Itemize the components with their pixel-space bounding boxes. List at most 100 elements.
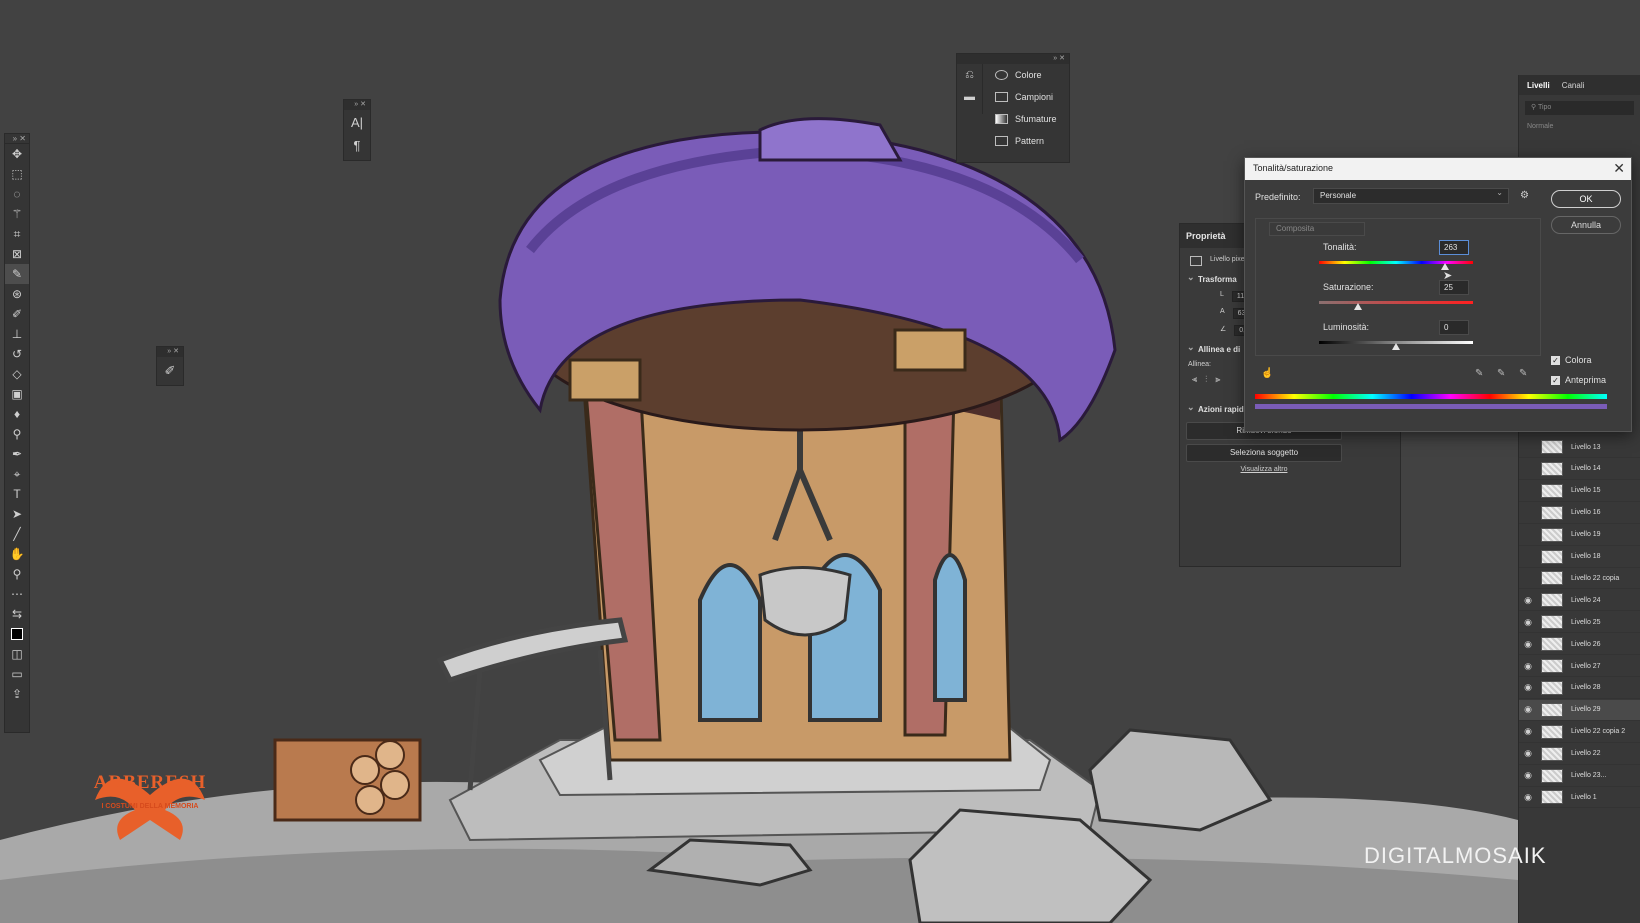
checkbox-colorize-box: ✓ (1551, 355, 1560, 365)
cancel-button[interactable]: Annulla (1551, 216, 1621, 234)
layer-row[interactable]: Livello 15 (1519, 481, 1640, 502)
ok-button[interactable]: OK (1551, 190, 1621, 208)
quick-mask-icon[interactable]: ◫ (5, 644, 29, 664)
layer-row[interactable]: Livello 13 (1519, 437, 1640, 458)
layer-row[interactable]: ◉ Livello 22 copia 2 (1519, 722, 1640, 743)
gear-icon[interactable]: ⚙ (1520, 190, 1529, 201)
panel-item-pattern[interactable]: Pattern (957, 130, 1069, 152)
layer-row[interactable]: ◉ Livello 24 (1519, 590, 1640, 612)
marquee-icon[interactable]: ⬚ (5, 164, 29, 184)
eyedropper-icon[interactable]: ✎ (5, 264, 29, 284)
blur-icon[interactable]: ♦ (5, 404, 29, 424)
layer-search-input[interactable]: ⚲ Tipo (1525, 101, 1634, 115)
hue-slider-track[interactable] (1319, 261, 1473, 264)
layer-row[interactable]: ◉ Livello 27 (1519, 656, 1640, 677)
eyedropper-icon[interactable]: ✎ (1475, 368, 1483, 379)
magic-wand-icon[interactable]: ⚚ (5, 204, 29, 224)
eye-icon[interactable]: ◉ (1519, 595, 1537, 606)
pen-alt-icon[interactable]: ⌖ (5, 464, 29, 484)
layer-thumbnail (1541, 746, 1563, 761)
lasso-icon[interactable]: ◌ (5, 184, 29, 204)
show-more-link[interactable]: Visualizza altro (1186, 466, 1342, 473)
align-right-icon[interactable]: ⫸ (1215, 374, 1220, 385)
pen-icon[interactable]: ✒ (5, 444, 29, 464)
move-icon[interactable]: ✥ (5, 144, 29, 164)
layer-row[interactable]: ◉ Livello 25 (1519, 612, 1640, 634)
screen-mode-icon[interactable]: ▭ (5, 664, 29, 684)
tab-channels[interactable]: Canali (1562, 81, 1585, 90)
brush-icon[interactable]: ✐ (5, 304, 29, 324)
layer-name: Livello 14 (1571, 465, 1601, 473)
panel-grip[interactable]: » ✕ (5, 134, 29, 144)
layer-row[interactable]: Livello 16 (1519, 503, 1640, 524)
cauldron (758, 566, 852, 637)
eyedropper-minus-icon[interactable]: ✎ (1519, 368, 1527, 379)
dodge-icon[interactable]: ⚲ (5, 424, 29, 444)
panel-item-sfumature[interactable]: Sfumature (957, 108, 1069, 130)
foreground-color[interactable] (5, 624, 29, 644)
select-subject-button[interactable]: Seleziona soggetto (1186, 444, 1342, 462)
stamp-icon[interactable]: ⊥ (5, 324, 29, 344)
paragraph-icon[interactable]: ¶ (344, 134, 370, 156)
character-icon[interactable]: A| (344, 110, 370, 134)
eye-icon[interactable]: ◉ (1519, 682, 1537, 693)
channel-select[interactable]: Composita (1269, 222, 1365, 236)
close-icon[interactable]: ✕ (1613, 160, 1625, 177)
preset-select[interactable]: Personale (1313, 188, 1509, 204)
hue-input[interactable]: 263 (1439, 240, 1469, 255)
panel-grip[interactable]: » ✕ (157, 347, 183, 357)
panel-item-colore[interactable]: Colore (957, 64, 1069, 86)
saturation-slider-track[interactable] (1319, 301, 1473, 304)
lightness-input[interactable]: 0 (1439, 320, 1469, 335)
layer-row[interactable]: Livello 19 (1519, 525, 1640, 546)
panel-item-campioni[interactable]: Campioni (957, 86, 1069, 108)
crop-icon[interactable]: ⌗ (5, 224, 29, 244)
gradient-icon[interactable]: ▣ (5, 384, 29, 404)
layer-row[interactable]: Livello 18 (1519, 547, 1640, 568)
eye-icon[interactable]: ◉ (1519, 792, 1537, 803)
layer-row[interactable]: Livello 14 (1519, 459, 1640, 480)
lightness-label: Luminosità: (1323, 322, 1370, 332)
eye-icon[interactable]: ◉ (1519, 726, 1537, 737)
path-select-icon[interactable]: ➤ (5, 504, 29, 524)
layer-row[interactable]: ◉ Livello 28 (1519, 678, 1640, 699)
layer-row[interactable]: ◉ Livello 26 (1519, 634, 1640, 656)
layer-row[interactable]: ◉ Livello 29 (1519, 699, 1640, 721)
saturation-slider-thumb[interactable] (1353, 303, 1362, 310)
width-label: L (1220, 291, 1224, 298)
share-icon[interactable]: ⇪ (5, 684, 29, 704)
eye-icon[interactable]: ◉ (1519, 748, 1537, 759)
eye-icon[interactable]: ◉ (1519, 617, 1537, 628)
line-icon[interactable]: ╱ (5, 524, 29, 544)
colorize-checkbox[interactable]: ✓ Colora (1551, 355, 1592, 365)
eye-icon[interactable]: ◉ (1519, 770, 1537, 781)
tab-layers[interactable]: Livelli (1527, 81, 1550, 90)
lightness-slider-thumb[interactable] (1392, 343, 1400, 350)
frame-icon[interactable]: ⊠ (5, 244, 29, 264)
history-brush-icon[interactable]: ↺ (5, 344, 29, 364)
eye-icon[interactable]: ◉ (1519, 704, 1537, 715)
layer-row[interactable]: ◉ Livello 22 (1519, 744, 1640, 765)
blend-mode-select[interactable]: Normale (1519, 121, 1640, 132)
type-icon[interactable]: T (5, 484, 29, 504)
color-swap-icon[interactable]: ⇆ (5, 604, 29, 624)
eraser-icon[interactable]: ◇ (5, 364, 29, 384)
align-center-icon[interactable]: ⫶ (1205, 374, 1207, 385)
saturation-input[interactable]: 25 (1439, 280, 1469, 295)
panel-grip[interactable]: » ✕ (957, 54, 1069, 64)
layer-row[interactable]: Livello 22 copia (1519, 568, 1640, 590)
hand-adjust-icon[interactable]: ☝ (1261, 368, 1273, 379)
eyedropper-plus-icon[interactable]: ✎ (1497, 368, 1505, 379)
brush-settings-icon[interactable]: ✐ (157, 357, 183, 385)
healing-icon[interactable]: ⊛ (5, 284, 29, 304)
layer-row[interactable]: ◉ Livello 23... (1519, 766, 1640, 787)
panel-grip[interactable]: » ✕ (344, 100, 370, 110)
eye-icon[interactable]: ◉ (1519, 661, 1537, 672)
preview-checkbox[interactable]: ✓ Anteprima (1551, 375, 1606, 385)
zoom-icon[interactable]: ⚲ (5, 564, 29, 584)
align-left-icon[interactable]: ⫷ (1192, 374, 1197, 385)
eye-icon[interactable]: ◉ (1519, 639, 1537, 650)
hand-icon[interactable]: ✋ (5, 544, 29, 564)
layer-row[interactable]: ◉ Livello 1 (1519, 787, 1640, 809)
more-icon[interactable]: ⋯ (5, 584, 29, 604)
